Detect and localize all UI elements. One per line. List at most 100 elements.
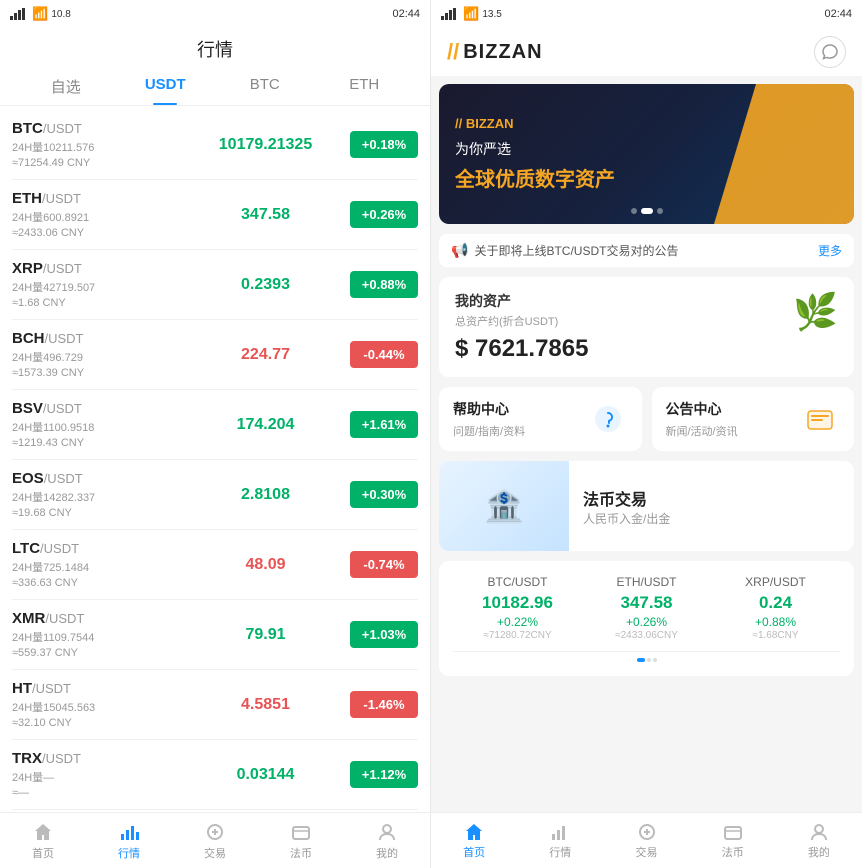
market-mini: BTC/USDT 10182.96 +0.22% ≈71280.72CNY ET… (439, 561, 854, 676)
fiat-icon-left (290, 821, 312, 843)
fiat-banner-text: 法币交易 人民币入金/出金 (569, 486, 684, 527)
right-nav-market[interactable]: 行情 (517, 813, 603, 868)
left-nav-trade[interactable]: 交易 (172, 813, 258, 868)
coin-info: EOS/USDT 24H量14282.337 ≈19.68 CNY (12, 470, 181, 519)
coin-change-badge: -1.46% (350, 691, 418, 718)
divider (453, 651, 840, 652)
right-wifi-icon: 📶 (463, 6, 479, 22)
coin-change-badge: +0.18% (350, 131, 418, 158)
coin-name: TRX/USDT (12, 750, 181, 767)
coin-change-badge: -0.74% (350, 551, 418, 578)
left-panel: 📶 10.8 02:44 行情 自选 USDT BTC ETH BTC/USDT… (0, 0, 431, 868)
left-nav-fiat[interactable]: 法币 (258, 813, 344, 868)
rhome-icon (464, 822, 484, 842)
left-nav-home-label: 首页 (32, 845, 54, 861)
fiat-title: 法币交易 (583, 486, 670, 510)
notice-more[interactable]: 更多 (818, 242, 842, 259)
right-nav-trade[interactable]: 交易 (603, 813, 689, 868)
help-icon (588, 399, 628, 439)
coin-price-main: 174.204 (181, 416, 350, 434)
market-mini-xrp[interactable]: XRP/USDT 0.24 +0.88% ≈1.68CNY (711, 575, 840, 641)
rtrade-icon (637, 822, 657, 842)
chat-icon (821, 43, 839, 61)
rchart-icon (550, 822, 570, 842)
coin-vol: 24H量15045.563 (12, 699, 181, 715)
mmi-eth-change: +0.26% (582, 615, 711, 629)
right-nav-profile-label: 我的 (808, 844, 830, 860)
banner[interactable]: // BIZZAN 为你严选 全球优质数字资产 (439, 84, 854, 224)
user-icon-left (376, 821, 398, 843)
coin-price-main: 2.8108 (181, 486, 350, 504)
notice-text: 关于即将上线BTC/USDT交易对的公告 (474, 242, 818, 259)
coin-price-main: 0.2393 (181, 276, 350, 294)
notice-bar[interactable]: 📢 关于即将上线BTC/USDT交易对的公告 更多 (439, 234, 854, 267)
right-status-bar: 📶 13.5 02:44 (431, 0, 862, 28)
coin-vol: 24H量14282.337 (12, 489, 181, 505)
tab-btc[interactable]: BTC (215, 68, 315, 105)
logo-slash: // (447, 39, 459, 65)
coin-row[interactable]: XRP/USDT 24H量42719.507 ≈1.68 CNY 0.2393 … (12, 250, 418, 320)
coin-info: HT/USDT 24H量15045.563 ≈32.10 CNY (12, 680, 181, 729)
right-time: 02:44 (824, 8, 852, 20)
coin-price-cell: 10179.21325 (181, 136, 350, 154)
coin-change-badge: +0.30% (350, 481, 418, 508)
coin-name: LTC/USDT (12, 540, 181, 557)
tab-eth[interactable]: ETH (315, 68, 415, 105)
coin-cny: ≈1573.39 CNY (12, 367, 181, 379)
right-nav-profile[interactable]: 我的 (776, 813, 862, 868)
coin-row[interactable]: HT/USDT 24H量15045.563 ≈32.10 CNY 4.5851 … (12, 670, 418, 740)
market-mini-btc[interactable]: BTC/USDT 10182.96 +0.22% ≈71280.72CNY (453, 575, 582, 641)
help-center-sub: 问题/指南/资料 (453, 423, 525, 439)
coin-row[interactable]: EOS/USDT 24H量14282.337 ≈19.68 CNY 2.8108… (12, 460, 418, 530)
coin-row[interactable]: BTC/USDT 24H量10211.576 ≈71254.49 CNY 101… (12, 110, 418, 180)
coin-change-badge: +0.88% (350, 271, 418, 298)
coin-vol: 24H量496.729 (12, 349, 181, 365)
coin-cny: ≈— (12, 787, 181, 799)
left-nav-market[interactable]: 行情 (86, 813, 172, 868)
mmi-xrp-price: 0.24 (711, 593, 840, 613)
right-nav-home[interactable]: 首页 (431, 813, 517, 868)
coin-cny: ≈1219.43 CNY (12, 437, 181, 449)
coin-price-main: 224.77 (181, 346, 350, 364)
mmi-xrp-cny: ≈1.68CNY (711, 630, 840, 641)
announcement-sub: 新闻/活动/资讯 (666, 423, 738, 439)
tab-zixuan[interactable]: 自选 (16, 68, 116, 105)
coin-row[interactable]: TRX/USDT 24H量— ≈— 0.03144 +1.12% (12, 740, 418, 810)
left-nav-profile[interactable]: 我的 (344, 813, 430, 868)
coin-vol: 24H量10211.576 (12, 139, 181, 155)
help-center-label: 帮助中心 (453, 399, 525, 419)
banner-content: // BIZZAN 为你严选 全球优质数字资产 (455, 116, 615, 192)
logo-name: BIZZAN (463, 41, 542, 64)
coin-price-main: 79.91 (181, 626, 350, 644)
coin-row[interactable]: BSV/USDT 24H量1100.9518 ≈1219.43 CNY 174.… (12, 390, 418, 460)
coin-info: BTC/USDT 24H量10211.576 ≈71254.49 CNY (12, 120, 181, 169)
assets-sub: 总资产约(折合USDT) (455, 313, 588, 329)
banner-shape (714, 84, 854, 224)
coin-row[interactable]: LTC/USDT 24H量725.1484 ≈336.63 CNY 48.09 … (12, 530, 418, 600)
chat-button[interactable] (814, 36, 846, 68)
announcement-card[interactable]: 公告中心 新闻/活动/资讯 (652, 387, 855, 451)
fiat-illustration: 🏦 (439, 461, 569, 551)
left-nav-home[interactable]: 首页 (0, 813, 86, 868)
coin-change-badge: +1.03% (350, 621, 418, 648)
coin-row[interactable]: XMR/USDT 24H量1109.7544 ≈559.37 CNY 79.91… (12, 600, 418, 670)
coin-row[interactable]: BCH/USDT 24H量496.729 ≈1573.39 CNY 224.77… (12, 320, 418, 390)
banner-dots (631, 208, 663, 214)
fiat-banner[interactable]: 🏦 法币交易 人民币入金/出金 (439, 461, 854, 551)
quick-links: 帮助中心 问题/指南/资料 公告中心 新闻/活动/资讯 (439, 387, 854, 451)
coin-name: ETH/USDT (12, 190, 181, 207)
coin-price-cell: 2.8108 (181, 486, 350, 504)
coin-price-cell: 174.204 (181, 416, 350, 434)
market-mini-eth[interactable]: ETH/USDT 347.58 +0.26% ≈2433.06CNY (582, 575, 711, 641)
help-center-card[interactable]: 帮助中心 问题/指南/资料 (439, 387, 642, 451)
coin-row[interactable]: ETH/USDT 24H量600.8921 ≈2433.06 CNY 347.5… (12, 180, 418, 250)
right-nav-fiat[interactable]: 法币 (690, 813, 776, 868)
tab-usdt[interactable]: USDT (116, 68, 216, 105)
scroll-indicator (637, 658, 657, 662)
tab-bar: 自选 USDT BTC ETH (0, 68, 430, 106)
coin-vol: 24H量1109.7544 (12, 629, 181, 645)
coin-list: BTC/USDT 24H量10211.576 ≈71254.49 CNY 101… (0, 110, 430, 812)
coin-info: BSV/USDT 24H量1100.9518 ≈1219.43 CNY (12, 400, 181, 449)
mmi-xrp-pair: XRP/USDT (711, 575, 840, 589)
coin-name: HT/USDT (12, 680, 181, 697)
